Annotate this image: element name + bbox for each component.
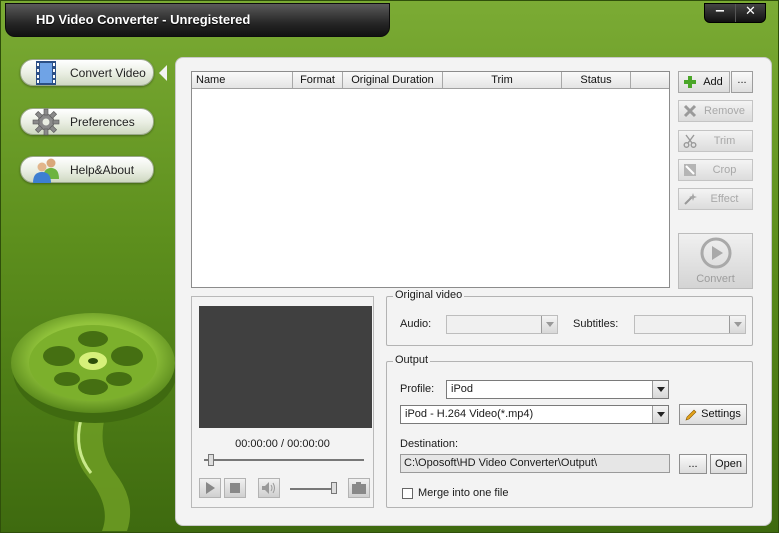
file-list-header: Name Format Original Duration Trim Statu… xyxy=(192,72,669,89)
open-button[interactable]: Open xyxy=(710,454,747,474)
subtitles-select[interactable] xyxy=(634,315,746,334)
column-header-original-duration[interactable]: Original Duration xyxy=(343,72,443,88)
play-button[interactable] xyxy=(199,478,221,498)
close-button[interactable]: ✕ xyxy=(735,4,765,22)
film-strip-icon xyxy=(36,61,56,85)
crop-label: Crop xyxy=(712,164,737,176)
seek-track[interactable] xyxy=(204,459,364,461)
add-label: Add xyxy=(703,76,723,88)
format-select-value: iPod - H.264 Video(*.mp4) xyxy=(405,408,534,420)
seek-slider-thumb[interactable] xyxy=(208,454,214,466)
original-video-title: Original video xyxy=(393,289,465,301)
pencil-icon xyxy=(685,409,697,421)
add-button[interactable]: Add xyxy=(678,71,730,93)
mute-button[interactable] xyxy=(258,478,280,498)
profile-select[interactable]: iPod xyxy=(446,380,669,399)
profile-select-value: iPod xyxy=(451,383,474,395)
nav-preferences[interactable]: Preferences xyxy=(20,108,154,136)
preview-screen xyxy=(199,306,372,428)
column-header-trim[interactable]: Trim xyxy=(443,72,562,88)
convert-button[interactable]: Convert xyxy=(678,233,753,289)
file-list[interactable]: Name Format Original Duration Trim Statu… xyxy=(191,71,670,288)
subtitles-label: Subtitles: xyxy=(573,318,619,330)
preview-timecode: 00:00:00 / 00:00:00 xyxy=(235,438,330,450)
volume-track[interactable] xyxy=(290,488,335,490)
window-controls: − ✕ xyxy=(704,3,766,23)
convert-label: Convert xyxy=(696,273,735,285)
main-panel: Name Format Original Duration Trim Statu… xyxy=(175,57,772,526)
destination-label: Destination: xyxy=(400,438,459,450)
people-icon xyxy=(33,158,59,183)
speaker-icon xyxy=(262,482,275,494)
title-bar[interactable]: HD Video Converter - Unregistered xyxy=(5,3,390,37)
chevron-down-icon xyxy=(729,316,745,333)
column-header-format[interactable]: Format xyxy=(293,72,343,88)
audio-select[interactable] xyxy=(446,315,558,334)
destination-field[interactable]: C:\Oposoft\HD Video Converter\Output\ xyxy=(400,454,670,473)
convert-play-icon xyxy=(700,237,732,269)
crop-button[interactable]: Crop xyxy=(678,159,753,181)
output-title: Output xyxy=(393,354,431,366)
trim-button[interactable]: Trim xyxy=(678,130,753,152)
format-select[interactable]: iPod - H.264 Video(*.mp4) xyxy=(400,405,669,424)
output-group: Output Profile: iPod iPod - H.264 Video(… xyxy=(386,354,753,508)
original-video-group: Original video Audio: Subtitles: xyxy=(386,289,753,346)
merge-label: Merge into one file xyxy=(418,487,509,499)
nav-label: Preferences xyxy=(70,115,135,129)
nav-convert-video[interactable]: Convert Video xyxy=(20,59,167,86)
nav-label: Help&About xyxy=(70,163,135,177)
stop-button[interactable] xyxy=(224,478,246,498)
chevron-down-icon xyxy=(541,316,557,333)
add-more-button[interactable]: ... xyxy=(731,71,753,93)
gear-icon xyxy=(32,108,60,136)
settings-button[interactable]: Settings xyxy=(679,404,747,425)
window-title: HD Video Converter - Unregistered xyxy=(36,12,251,27)
effect-label: Effect xyxy=(710,193,739,205)
snapshot-button[interactable] xyxy=(348,478,370,498)
effect-button[interactable]: Effect xyxy=(678,188,753,210)
app-window: HD Video Converter - Unregistered − ✕ Co… xyxy=(0,0,779,533)
stop-icon xyxy=(230,483,240,493)
browse-button[interactable]: ... xyxy=(679,454,707,474)
remove-label: Remove xyxy=(704,105,745,117)
play-icon xyxy=(206,482,215,494)
camera-icon xyxy=(352,482,366,494)
chevron-down-icon xyxy=(652,406,668,423)
film-reel-logo xyxy=(11,313,177,531)
volume-slider-thumb[interactable] xyxy=(331,482,337,494)
column-header-status[interactable]: Status xyxy=(562,72,631,88)
remove-button[interactable]: Remove xyxy=(678,100,753,122)
column-header-name[interactable]: Name xyxy=(192,72,293,88)
trim-label: Trim xyxy=(713,135,736,147)
profile-label: Profile: xyxy=(400,383,435,395)
preview-player: 00:00:00 / 00:00:00 xyxy=(191,296,374,508)
merge-checkbox[interactable] xyxy=(402,488,413,499)
minimize-button[interactable]: − xyxy=(705,4,735,22)
audio-label: Audio: xyxy=(400,318,432,330)
nav-help-about[interactable]: Help&About xyxy=(20,156,154,183)
nav-label: Convert Video xyxy=(70,66,146,80)
chevron-down-icon xyxy=(652,381,668,398)
